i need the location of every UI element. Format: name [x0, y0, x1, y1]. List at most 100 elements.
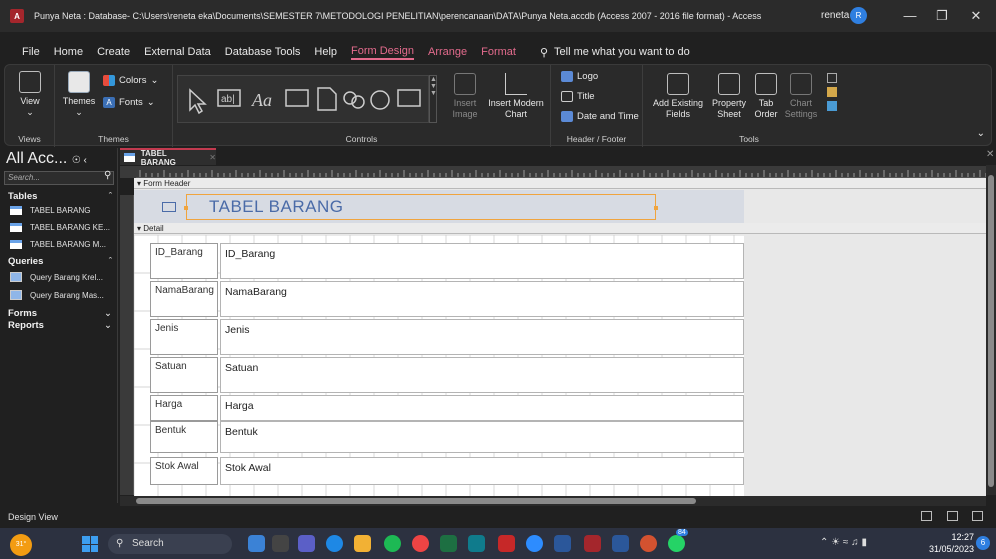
word-icon[interactable] — [554, 535, 571, 552]
property-sheet-button[interactable]: Property Sheet — [707, 73, 751, 120]
nav-search-input[interactable]: Search... — [4, 171, 114, 185]
resize-handle[interactable] — [184, 206, 188, 210]
logo-button[interactable]: Logo — [561, 71, 598, 82]
windows-start-icon[interactable] — [82, 536, 98, 552]
nav-item-tabel-barang-ke[interactable]: TABEL BARANG KE... — [10, 223, 110, 232]
access-icon[interactable] — [584, 535, 601, 552]
bing-icon[interactable] — [248, 535, 265, 552]
resize-handle[interactable] — [654, 206, 658, 210]
nav-item-query-barang-mas[interactable]: Query Barang Mas... — [10, 290, 104, 300]
tab-format[interactable]: Format — [481, 46, 516, 58]
close-icon[interactable]: ✕ — [986, 149, 994, 160]
field-textbox[interactable]: Jenis — [220, 319, 744, 355]
notification-icon[interactable]: 6 — [976, 536, 990, 550]
vertical-ruler[interactable] — [120, 195, 134, 495]
design-view-icon[interactable] — [972, 511, 983, 521]
form-header-band[interactable]: ▾ Form Header — [134, 178, 986, 189]
convert-macros-icon[interactable] — [827, 87, 837, 97]
title-button[interactable]: Title — [561, 91, 595, 102]
field-label[interactable]: Stok Awal — [150, 457, 218, 485]
tab-create[interactable]: Create — [97, 46, 130, 58]
form-title-label[interactable]: TABEL BARANG — [186, 194, 656, 220]
form-view-icon[interactable] — [921, 511, 932, 521]
chart-settings-button[interactable]: Chart Settings — [781, 73, 821, 120]
tab-database-tools[interactable]: Database Tools — [225, 46, 301, 58]
tell-me-box[interactable]: ⚲ Tell me what you want to do — [540, 46, 690, 59]
collapse-ribbon-icon[interactable]: ⌄ — [977, 128, 985, 139]
field-label[interactable]: ID_Barang — [150, 243, 218, 279]
layout-view-icon[interactable] — [947, 511, 958, 521]
restore-icon[interactable]: ❐ — [930, 6, 954, 26]
nav-section-queries[interactable]: Queries ˆ — [8, 256, 112, 267]
field-textbox[interactable]: Bentuk — [220, 421, 744, 453]
file-explorer-icon[interactable] — [354, 535, 371, 552]
edge-icon[interactable] — [326, 535, 343, 552]
nav-item-tabel-barang-m[interactable]: TABEL BARANG M... — [10, 240, 106, 249]
horizontal-scrollbar[interactable] — [120, 496, 986, 506]
insert-chart-button[interactable]: Insert Modern Chart — [483, 73, 549, 120]
gallery-scroll[interactable]: ▲ ▼ ▼ — [429, 75, 437, 123]
visio-icon[interactable] — [612, 535, 629, 552]
themes-button[interactable]: Themes ⌄ — [61, 71, 97, 118]
task-view-icon[interactable] — [272, 535, 289, 552]
tab-external-data[interactable]: External Data — [144, 46, 211, 58]
app-icon[interactable] — [498, 535, 515, 552]
close-tab-icon[interactable]: ✕ — [209, 153, 216, 162]
user-name[interactable]: reneta — [821, 10, 849, 21]
tab-home[interactable]: Home — [54, 46, 83, 58]
field-label[interactable]: Bentuk — [150, 421, 218, 453]
clock[interactable]: 12:27 31/05/2023 — [928, 531, 974, 555]
avatar[interactable]: R — [850, 7, 867, 24]
tab-arrange[interactable]: Arrange — [428, 46, 467, 58]
spotify-icon[interactable] — [384, 535, 401, 552]
field-label[interactable]: Harga — [150, 395, 218, 421]
field-textbox[interactable]: ID_Barang — [220, 243, 744, 279]
weather-icon[interactable]: 31° — [10, 534, 32, 556]
controls-gallery[interactable]: ab| Aa — [177, 75, 429, 123]
nav-section-reports[interactable]: Reports ⌄ — [8, 320, 112, 331]
fonts-button[interactable]: A Fonts ⌄ — [103, 97, 155, 108]
vertical-scrollbar[interactable] — [986, 165, 996, 495]
subform-icon[interactable] — [827, 101, 837, 111]
scroll-thumb[interactable] — [988, 175, 994, 487]
nav-item-tabel-barang[interactable]: TABEL BARANG — [10, 206, 90, 215]
ruler-corner[interactable] — [120, 166, 136, 178]
insert-image-button[interactable]: Insert Image — [445, 73, 485, 120]
detail-band[interactable]: ▾ Detail — [134, 223, 986, 234]
detail-section[interactable]: ID_Barang ID_Barang NamaBarang NamaBarang Je… — [134, 235, 744, 496]
form-header-section[interactable]: TABEL BARANG — [134, 190, 744, 223]
tab-form-design[interactable]: Form Design — [351, 45, 414, 60]
app-icon[interactable] — [468, 535, 485, 552]
minimize-icon[interactable]: — — [898, 6, 922, 26]
view-button[interactable]: View ⌄ — [15, 71, 45, 118]
powerpoint-icon[interactable] — [640, 535, 657, 552]
tab-order-button[interactable]: Tab Order — [751, 73, 781, 120]
whatsapp-icon[interactable]: 84 — [668, 529, 688, 552]
nav-menu-icon[interactable]: ☉ ‹ — [72, 155, 87, 166]
form-design-surface[interactable]: ▾ Form Header TABEL BARANG ▾ Detail ID_B… — [134, 178, 986, 496]
view-code-icon[interactable] — [827, 73, 837, 83]
chat-icon[interactable] — [298, 535, 315, 552]
field-label[interactable]: Satuan — [150, 357, 218, 393]
field-textbox[interactable]: Satuan — [220, 357, 744, 393]
scroll-thumb[interactable] — [136, 498, 696, 504]
zoom-icon[interactable] — [526, 535, 543, 552]
field-textbox[interactable]: NamaBarang — [220, 281, 744, 317]
tab-tabel-barang[interactable]: TABEL BARANG ✕ — [120, 148, 216, 167]
horizontal-ruler[interactable] — [136, 166, 996, 178]
date-time-button[interactable]: Date and Time — [561, 111, 639, 122]
colors-button[interactable]: Colors ⌄ — [103, 75, 158, 86]
nav-title[interactable]: All Acc... ☉ ‹ — [6, 150, 87, 168]
nav-section-forms[interactable]: Forms ⌄ — [8, 308, 112, 319]
taskbar-search[interactable]: ⚲ Search — [108, 534, 232, 554]
tab-help[interactable]: Help — [314, 46, 337, 58]
chrome-icon[interactable] — [412, 535, 429, 552]
close-icon[interactable]: ✕ — [964, 6, 988, 26]
field-label[interactable]: NamaBarang — [150, 281, 218, 317]
excel-icon[interactable] — [440, 535, 457, 552]
nav-item-query-barang-krel[interactable]: Query Barang Krel... — [10, 272, 103, 282]
add-existing-fields-button[interactable]: Add Existing Fields — [649, 73, 707, 120]
field-label[interactable]: Jenis — [150, 319, 218, 355]
field-textbox[interactable]: Stok Awal — [220, 457, 744, 485]
tray-icons[interactable]: ⌃ ☀ ≈ ♫ ▮ — [820, 537, 867, 548]
